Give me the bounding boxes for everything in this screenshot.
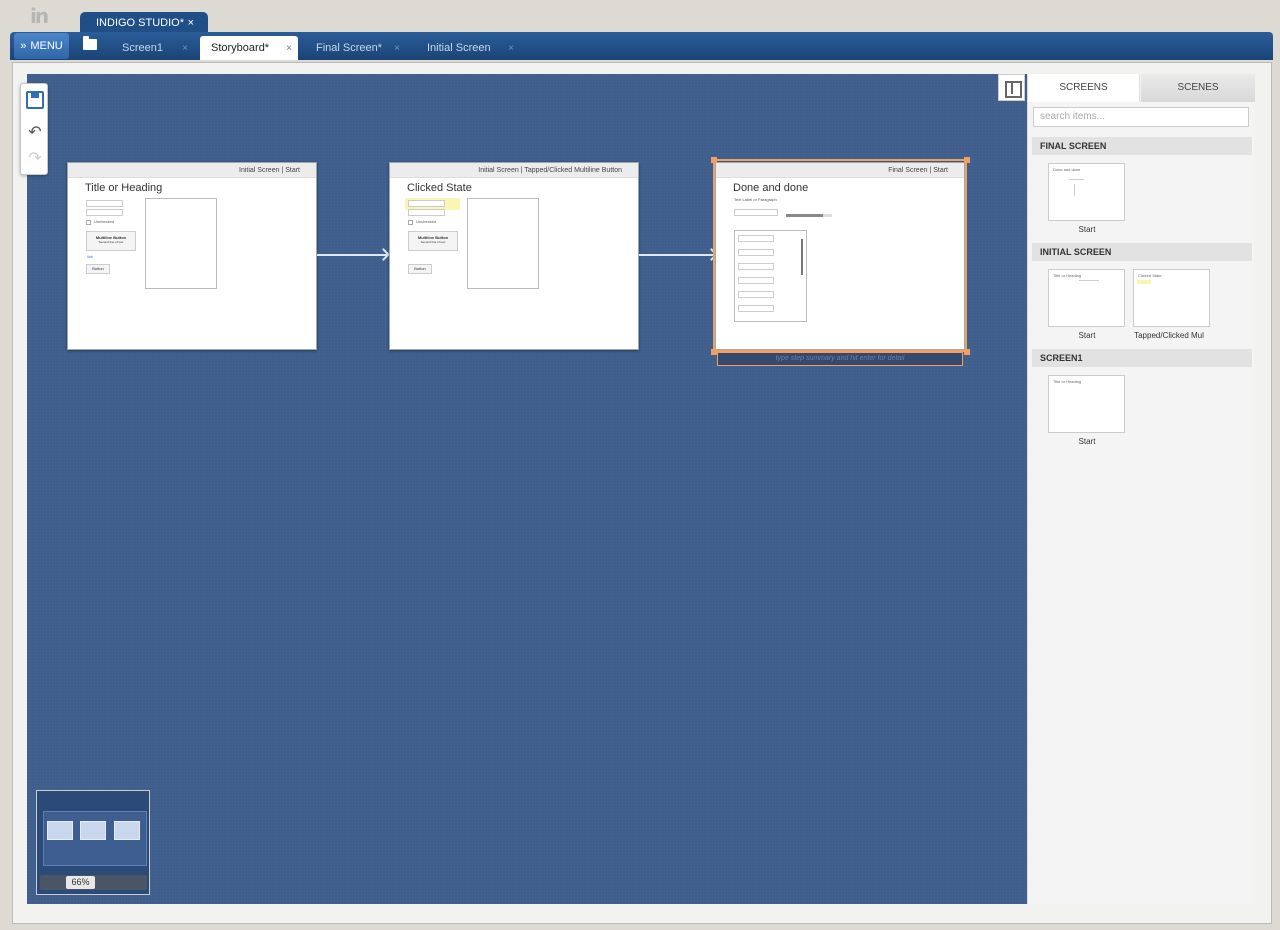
tab-label: Storyboard* <box>211 42 270 54</box>
button-subtitle: Second line of text <box>420 240 446 244</box>
mini-multiline-button: Multiline Button Second line of text <box>408 231 458 251</box>
step-header: Initial Screen | Tapped/Clicked Multilin… <box>390 163 638 178</box>
close-icon[interactable]: × <box>508 43 514 54</box>
step-title: Title or Heading <box>85 182 163 194</box>
tab-label: Final Screen* <box>316 42 383 54</box>
close-icon[interactable]: × <box>394 43 400 54</box>
tab-storyboard[interactable]: Storyboard* × <box>200 36 298 60</box>
section-header[interactable]: INITIAL SCREEN <box>1032 243 1252 261</box>
resize-handle[interactable] <box>711 157 717 163</box>
tab-screens[interactable]: SCREENS <box>1028 74 1140 102</box>
mini-multiline-button: Multiline Button Second line of text <box>86 231 136 251</box>
checkbox-icon <box>408 220 413 225</box>
save-icon[interactable] <box>26 91 44 109</box>
indigo-logo-icon: in <box>30 4 49 28</box>
zoom-slider[interactable]: 66% <box>40 875 147 890</box>
transition-arrow[interactable] <box>317 254 387 256</box>
thumb-highlight <box>1137 280 1151 284</box>
transition-arrow[interactable] <box>639 254 715 256</box>
app-tab-title: INDIGO STUDIO* <box>96 17 185 29</box>
thumbnail-label: Start <box>1078 437 1096 446</box>
tab-final-screen[interactable]: Final Screen* × <box>306 36 406 60</box>
mini-button: Button <box>408 264 432 274</box>
step-title: Clicked State <box>407 182 472 194</box>
checkbox-label: Unchecked <box>416 219 437 224</box>
close-icon[interactable]: × <box>188 17 194 29</box>
mini-input <box>408 200 445 207</box>
close-icon[interactable]: × <box>286 43 292 54</box>
section-header[interactable]: FINAL SCREEN <box>1032 137 1252 155</box>
button-label: Button <box>92 266 104 271</box>
storyboard-step[interactable]: Initial Screen | Tapped/Clicked Multilin… <box>389 162 639 350</box>
resize-handle[interactable] <box>964 157 970 163</box>
search-input[interactable]: search items... <box>1033 107 1249 127</box>
tab-label: Initial Screen <box>427 42 491 54</box>
minimap-screen <box>47 821 73 840</box>
side-tabs: SCREENS SCENES <box>1028 74 1255 102</box>
zoom-value: 66% <box>66 876 95 889</box>
thumbnail-label: Start <box>1078 225 1096 234</box>
app-tab[interactable]: INDIGO STUDIO* × <box>80 12 208 34</box>
tab-initial-screen[interactable]: Initial Screen × <box>416 36 520 60</box>
tab-scenes[interactable]: SCENES <box>1141 74 1255 102</box>
thumb-line <box>1069 179 1084 180</box>
step-summary-input[interactable]: type step summary and hit enter for deta… <box>717 352 963 366</box>
screen-thumbnail[interactable]: Done and done <box>1048 163 1125 221</box>
thumbnail-label: Tapped/Clicked Mul <box>1134 331 1204 340</box>
close-icon[interactable]: × <box>182 43 188 54</box>
mini-link: link <box>87 254 94 259</box>
checkbox-icon <box>86 220 91 225</box>
mini-input <box>408 209 445 216</box>
thumb-title: Title or Heading <box>1053 379 1082 384</box>
step-state-name: Tapped/Clicked Multiline Button <box>524 167 622 174</box>
toolbox: ↶ ↷ <box>20 83 48 175</box>
step-screen-name: Initial Screen <box>239 167 280 174</box>
thumb-title: Title or Heading <box>1053 273 1082 278</box>
menu-label: MENU <box>30 40 63 52</box>
selection-outline <box>713 159 967 352</box>
mini-content-box <box>467 198 539 289</box>
tab-screen1[interactable]: Screen1 × <box>110 36 194 60</box>
double-chevron-icon: » <box>20 40 27 52</box>
screen-thumbnail[interactable]: Clicked State <box>1133 269 1210 327</box>
folder-icon[interactable] <box>83 36 97 50</box>
step-state-name: Start <box>285 167 300 174</box>
step-header: Initial Screen | Start <box>68 163 316 178</box>
panel-toggle-icon[interactable] <box>998 74 1025 101</box>
mini-input <box>86 200 123 207</box>
thumb-title: Clicked State <box>1138 273 1162 278</box>
thumb-line <box>1074 184 1075 196</box>
checkbox-label: Unchecked <box>94 219 115 224</box>
minimap[interactable]: 66% <box>36 790 150 895</box>
minimap-screen <box>114 821 140 840</box>
section-header[interactable]: SCREEN1 <box>1032 349 1252 367</box>
screen-thumbnail[interactable]: Title or Heading <box>1048 375 1125 433</box>
side-panel: SCREENS SCENES search items... FINAL SCR… <box>1027 74 1255 904</box>
thumb-line <box>1079 280 1099 281</box>
mini-button: Button <box>86 264 110 274</box>
undo-icon[interactable]: ↶ <box>26 124 44 142</box>
minimap-screen <box>80 821 106 840</box>
thumb-title: Done and done <box>1053 167 1081 172</box>
menu-button[interactable]: » MENU <box>14 33 69 59</box>
mini-input <box>86 209 123 216</box>
mini-content-box <box>145 198 217 289</box>
button-label: Button <box>414 266 426 271</box>
document-tab-bar: » MENU Screen1 × Storyboard* × Final Scr… <box>10 32 1273 60</box>
screen-thumbnail[interactable]: Title or Heading <box>1048 269 1125 327</box>
redo-icon[interactable]: ↷ <box>26 150 44 168</box>
resize-handle[interactable] <box>964 349 970 355</box>
thumbnail-label: Start <box>1078 331 1096 340</box>
step-screen-name: Initial Screen <box>478 167 519 174</box>
tab-label: Screen1 <box>122 42 163 54</box>
button-subtitle: Second line of text <box>98 240 124 244</box>
storyboard-step[interactable]: Initial Screen | Start Title or Heading … <box>67 162 317 350</box>
